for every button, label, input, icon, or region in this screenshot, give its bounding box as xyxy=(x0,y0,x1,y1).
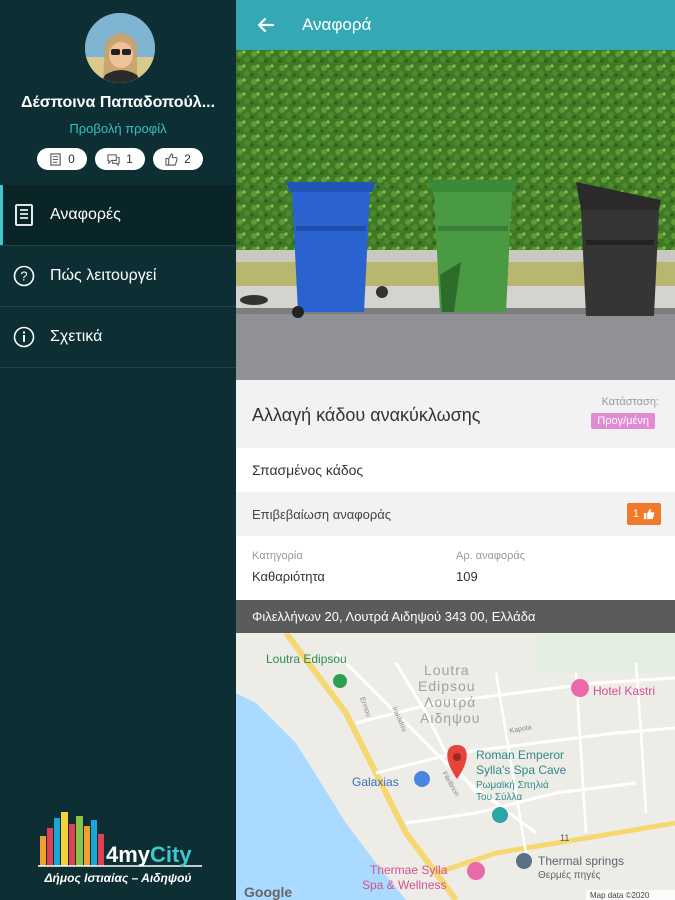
likes-count: 2 xyxy=(184,152,191,166)
map-label-roman-gr-2: Του Σύλλα xyxy=(476,791,522,803)
user-name: Δέσποινα Παπαδοπούλ... xyxy=(20,94,216,111)
confirm-report-button[interactable]: 1 xyxy=(626,503,661,525)
report-details: Κατηγορία Καθαριότητα Αρ. αναφοράς 109 xyxy=(236,536,675,600)
help-circle-icon: ? xyxy=(12,264,36,288)
reports-count: 0 xyxy=(68,152,75,166)
report-description: Σπασμένος κάδος xyxy=(236,448,675,492)
comments-count-badge: 1 xyxy=(95,148,145,170)
spa-icon xyxy=(467,862,485,880)
map-label-thermae-2: Spa & Wellness xyxy=(362,878,447,892)
likes-icon xyxy=(165,152,178,166)
info-circle-icon xyxy=(12,325,36,349)
hotel-icon xyxy=(571,679,589,697)
back-arrow-icon[interactable] xyxy=(256,15,276,35)
address-bar: Φιλελλήνων 20, Λουτρά Αιδηψού 343 00, Ελ… xyxy=(236,600,675,633)
page-title: Αναφορά xyxy=(302,15,372,34)
svg-text:4my: 4my xyxy=(106,842,151,867)
map-route-number: 11 xyxy=(560,833,569,843)
map-label-roman-1: Roman Emperor xyxy=(476,748,564,762)
report-detail: Αναφορά Αλλαγή κάδου ανακύκλωσης Κατάστα… xyxy=(236,0,675,900)
report-title: Αλλαγή κάδου ανακύκλωσης xyxy=(252,405,481,425)
map-label-loutra-gr-2: Αιδηψου xyxy=(420,710,480,726)
confirm-report-label: Επιβεβαίωση αναφοράς xyxy=(252,506,392,522)
map-attribution: Map data ©2020 xyxy=(590,891,650,900)
map-label-thermae-1: Thermae Sylla xyxy=(370,863,448,877)
attraction-icon xyxy=(492,807,508,823)
google-logo: Google xyxy=(244,884,292,900)
municipality-name: Δήμος Ιστιαίας – Αιδηψού xyxy=(44,871,192,885)
reports-icon xyxy=(50,152,61,166)
status-badge: Προγ/μένη xyxy=(591,413,655,429)
nav-item-reports[interactable]: Αναφορές xyxy=(0,185,236,246)
confirm-count: 1 xyxy=(632,508,639,520)
location-map[interactable]: Loutra Edipsou Loutra Edipsou Λουτρά Αιδ… xyxy=(236,633,675,900)
map-label-hotel: Hotel Kastri xyxy=(593,684,655,698)
report-header: Αλλαγή κάδου ανακύκλωσης Κατάσταση: Προγ… xyxy=(236,380,675,448)
reports-count-badge: 0 xyxy=(37,148,87,170)
bus-stop-icon xyxy=(333,674,347,688)
map-label-loutra-gr-1: Λουτρά xyxy=(424,694,476,710)
category-value: Καθαριότητα xyxy=(252,569,325,584)
confirm-report-row: Επιβεβαίωση αναφοράς 1 xyxy=(236,492,675,536)
map-label-roman-gr-1: Ρωμαϊκή Σπηλιά xyxy=(476,779,549,791)
shopping-icon xyxy=(414,771,430,787)
map-label-galaxias: Galaxias xyxy=(352,775,399,789)
report-number-value: 109 xyxy=(456,569,478,584)
view-profile-link[interactable]: Προβολή προφίλ xyxy=(0,121,236,136)
map-label-loutra-big-2: Edipsou xyxy=(418,678,476,694)
app-bar: Αναφορά xyxy=(236,0,675,50)
category-label: Κατηγορία xyxy=(252,550,303,562)
nav-item-how-it-works[interactable]: ? Πώς λειτουργεί xyxy=(0,246,236,307)
bins-photo-image xyxy=(236,50,675,380)
map-label-thermal-1: Thermal springs xyxy=(538,854,624,868)
nav-label-reports: Αναφορές xyxy=(50,206,121,223)
report-photo[interactable] xyxy=(236,50,675,380)
thermal-springs-icon xyxy=(516,853,532,869)
avatar-image xyxy=(85,13,155,83)
status-label: Κατάσταση: xyxy=(601,396,659,408)
nav-label-about: Σχετικά xyxy=(50,328,103,345)
description-text: Σπασμένος κάδος xyxy=(252,462,364,478)
drawer-menu: Αναφορές ? Πώς λειτουργεί Σχετικά xyxy=(0,185,236,368)
report-number-label: Αρ. αναφοράς xyxy=(456,550,526,562)
thumbs-up-icon xyxy=(643,508,655,520)
likes-count-badge: 2 xyxy=(153,148,203,170)
map-label-loutra-en: Loutra Edipsou xyxy=(266,652,347,666)
document-icon xyxy=(12,203,36,227)
svg-text:City: City xyxy=(150,842,192,867)
nav-label-how-it-works: Πώς λειτουργεί xyxy=(50,267,157,284)
comments-icon xyxy=(107,153,120,166)
nav-item-about[interactable]: Σχετικά xyxy=(0,307,236,368)
map-label-roman-2: Sylla's Spa Cave xyxy=(476,763,567,777)
map-label-loutra-big-1: Loutra xyxy=(424,662,470,678)
address-text: Φιλελλήνων 20, Λουτρά Αιδηψού 343 00, Ελ… xyxy=(252,609,536,624)
comments-count: 1 xyxy=(126,152,133,166)
svg-text:?: ? xyxy=(20,269,27,284)
user-stats: 0 1 2 xyxy=(37,148,203,170)
avatar[interactable] xyxy=(85,13,155,83)
navigation-drawer: Δέσποινα Παπαδοπούλ... Προβολή προφίλ 0 … xyxy=(0,0,236,900)
map-label-thermal-2: Θερμές πηγές xyxy=(538,869,601,881)
